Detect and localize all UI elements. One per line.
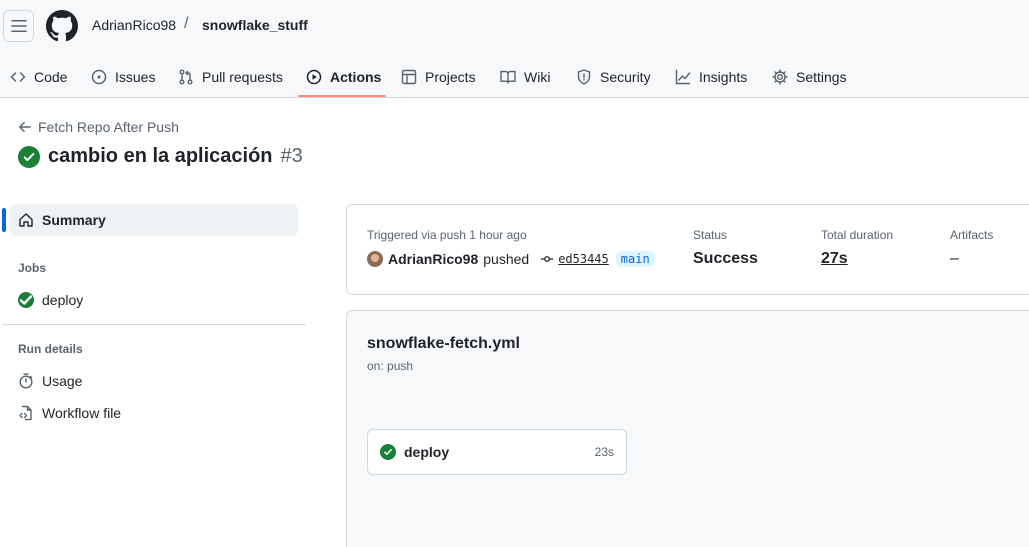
tab-settings[interactable]: Settings	[772, 56, 847, 98]
commit-sha-link[interactable]: ed53445	[540, 252, 609, 266]
tab-security[interactable]: Security	[576, 56, 651, 98]
run-details-heading: Run details	[18, 342, 83, 356]
file-code-icon	[19, 405, 32, 421]
branch-badge[interactable]: main	[615, 251, 655, 267]
sidebar-item-deploy-label: deploy	[42, 292, 84, 308]
job-duration: 23s	[594, 445, 614, 459]
duration-column: Total duration 27s	[821, 228, 893, 268]
tab-actions[interactable]: Actions	[306, 56, 381, 98]
avatar[interactable]	[367, 251, 383, 267]
tab-projects-label: Projects	[425, 69, 476, 85]
tab-issues-label: Issues	[115, 69, 156, 85]
tab-insights-label: Insights	[699, 69, 748, 85]
tab-security-label: Security	[600, 69, 651, 85]
sidebar-item-summary-label: Summary	[42, 212, 106, 228]
workflow-file-name: snowflake-fetch.yml	[367, 335, 520, 352]
app-header: AdrianRico98 / snowflake_stuff Code Issu…	[0, 0, 1029, 98]
tab-projects[interactable]: Projects	[401, 56, 476, 98]
back-link-label: Fetch Repo After Push	[38, 119, 179, 135]
check-circle-icon	[380, 444, 396, 460]
tab-actions-label: Actions	[330, 69, 382, 85]
stopwatch-icon	[19, 373, 33, 389]
tab-pull-requests-label: Pull requests	[202, 69, 283, 85]
trigger-details: AdrianRico98 pushed ed53445 main	[367, 251, 655, 267]
repo-nav: Code Issues Pull requests Actions Projec…	[0, 56, 1029, 98]
sidebar-item-deploy[interactable]: deploy	[18, 292, 83, 308]
back-to-workflow-link[interactable]: Fetch Repo After Push	[18, 119, 179, 135]
jobs-heading: Jobs	[18, 261, 47, 275]
issue-opened-icon	[91, 69, 107, 85]
page-title: cambio en la aplicación #3	[18, 145, 303, 168]
tab-code[interactable]: Code	[10, 56, 67, 98]
tab-issues[interactable]: Issues	[91, 56, 155, 98]
status-column: Status Success	[693, 228, 758, 268]
commit-sha: ed53445	[558, 252, 609, 266]
tab-pull-requests[interactable]: Pull requests	[178, 56, 283, 98]
tab-wiki-label: Wiki	[524, 69, 551, 85]
status-label: Status	[693, 228, 728, 242]
gear-icon	[772, 69, 788, 85]
status-value: Success	[693, 250, 758, 267]
sidebar-item-usage[interactable]: Usage	[18, 373, 82, 389]
push-action-text: pushed	[483, 251, 530, 267]
sidebar-item-summary[interactable]: Summary	[10, 204, 298, 236]
shield-icon	[577, 69, 591, 85]
artifacts-column: Artifacts –	[950, 228, 993, 268]
graph-icon	[675, 69, 691, 85]
duration-label: Total duration	[821, 228, 894, 242]
workflow-trigger: on: push	[367, 359, 414, 373]
tab-insights[interactable]: Insights	[675, 56, 747, 98]
tab-settings-label: Settings	[796, 69, 847, 85]
active-tab-indicator	[298, 95, 386, 97]
git-commit-icon	[541, 256, 554, 262]
trigger-label: Triggered via push 1 hour ago	[367, 228, 527, 242]
artifacts-label: Artifacts	[950, 228, 994, 242]
breadcrumb-separator: /	[184, 15, 189, 32]
book-icon	[500, 70, 516, 84]
job-name: deploy	[404, 444, 450, 460]
run-title: cambio en la aplicación	[48, 145, 273, 167]
git-pull-request-icon	[179, 69, 193, 85]
selected-indicator	[2, 208, 6, 232]
actor-link[interactable]: AdrianRico98	[388, 251, 478, 267]
run-summary-card: Triggered via push 1 hour ago AdrianRico…	[346, 204, 1029, 295]
sidebar-item-workflow-file[interactable]: Workflow file	[18, 405, 121, 421]
check-circle-icon	[18, 145, 40, 168]
hamburger-icon	[10, 20, 27, 32]
sidebar-item-usage-label: Usage	[42, 373, 83, 389]
sidebar-divider	[2, 324, 306, 325]
arrow-left-icon	[19, 121, 31, 133]
artifacts-value: –	[950, 250, 959, 267]
tab-code-label: Code	[34, 69, 68, 85]
play-icon	[306, 69, 322, 85]
code-icon	[10, 72, 26, 82]
run-number: #3	[280, 145, 303, 167]
check-circle-icon	[18, 292, 34, 308]
job-card-deploy[interactable]: deploy 23s	[367, 429, 627, 475]
repo-owner-link[interactable]: AdrianRico98	[92, 17, 176, 33]
menu-button[interactable]	[3, 10, 34, 42]
tab-wiki[interactable]: Wiki	[500, 56, 550, 98]
workflow-graph: snowflake-fetch.yml on: push deploy 23s	[346, 310, 1029, 547]
sidebar-item-workflow-file-label: Workflow file	[42, 405, 122, 421]
github-logo-icon[interactable]	[46, 10, 78, 42]
table-icon	[401, 69, 417, 85]
repo-name-link[interactable]: snowflake_stuff	[202, 17, 308, 33]
home-icon	[19, 213, 33, 227]
duration-value-link[interactable]: 27s	[821, 250, 893, 268]
